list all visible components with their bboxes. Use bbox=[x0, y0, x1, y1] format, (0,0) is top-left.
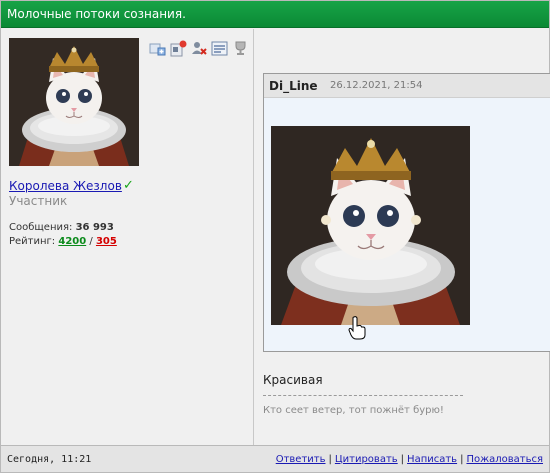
quote-block: Di_Line 26.12.2021, 21:54 bbox=[263, 73, 550, 352]
cat-queen-avatar-icon[interactable] bbox=[9, 38, 139, 166]
hand-cursor-icon bbox=[348, 316, 366, 340]
rating-negative-link[interactable]: 305 bbox=[96, 236, 117, 247]
forum-post: Молочные потоки сознания. Королева Жезло… bbox=[0, 0, 550, 473]
author-name-link[interactable]: Королева Жезлов bbox=[9, 179, 122, 193]
quote-author: Di_Line bbox=[269, 79, 318, 93]
post-title-bar: Молочные потоки сознания. bbox=[1, 1, 549, 28]
cat-queen-image-icon[interactable] bbox=[271, 126, 470, 325]
write-link[interactable]: Написать bbox=[407, 454, 457, 465]
rating-positive-link[interactable]: 4200 bbox=[58, 236, 86, 247]
messages-label: Сообщения: bbox=[9, 222, 73, 233]
author-panel: Королева Жезлов ✓ Участник Сообщения: 36… bbox=[1, 29, 254, 445]
footer-actions: Ответить | Цитировать | Написать | Пожаловатьс… bbox=[276, 454, 543, 465]
footer-separator: | bbox=[400, 454, 405, 465]
report-link[interactable]: Пожаловаться bbox=[466, 454, 543, 465]
message-text: Красивая bbox=[263, 373, 323, 387]
list-icon[interactable] bbox=[211, 40, 228, 57]
footer-separator: | bbox=[460, 454, 464, 465]
reply-link[interactable]: Ответить bbox=[276, 454, 326, 465]
messages-stat: Сообщения: 36 993 bbox=[9, 222, 114, 233]
rating-stat: Рейтинг: 4200 / 305 bbox=[9, 236, 117, 247]
quote-date: 26.12.2021, 21:54 bbox=[330, 80, 423, 91]
message-panel: Di_Line 26.12.2021, 21:54 Красивая Кто с… bbox=[255, 29, 550, 445]
check-icon: ✓ bbox=[123, 178, 134, 193]
rating-label: Рейтинг: bbox=[9, 236, 56, 247]
signature-text: Кто сеет ветер, тот пожнёт бурю! bbox=[263, 405, 444, 416]
post-time: Сегодня, 11:21 bbox=[7, 454, 92, 465]
post-footer: Сегодня, 11:21 Ответить | Цитировать | Напис… bbox=[1, 445, 549, 472]
signature-divider bbox=[263, 395, 463, 396]
quote-link[interactable]: Цитировать bbox=[335, 454, 398, 465]
notification-icon[interactable] bbox=[170, 40, 187, 57]
trophy-icon[interactable] bbox=[232, 40, 249, 57]
footer-separator: | bbox=[328, 454, 332, 465]
thread-title: Молочные потоки сознания. bbox=[7, 7, 186, 21]
block-user-icon[interactable] bbox=[191, 40, 208, 57]
author-role: Участник bbox=[9, 194, 68, 208]
add-user-icon[interactable] bbox=[149, 40, 166, 57]
quote-header: Di_Line 26.12.2021, 21:54 bbox=[264, 74, 550, 98]
messages-count: 36 993 bbox=[75, 222, 114, 233]
rating-separator: / bbox=[89, 236, 93, 247]
